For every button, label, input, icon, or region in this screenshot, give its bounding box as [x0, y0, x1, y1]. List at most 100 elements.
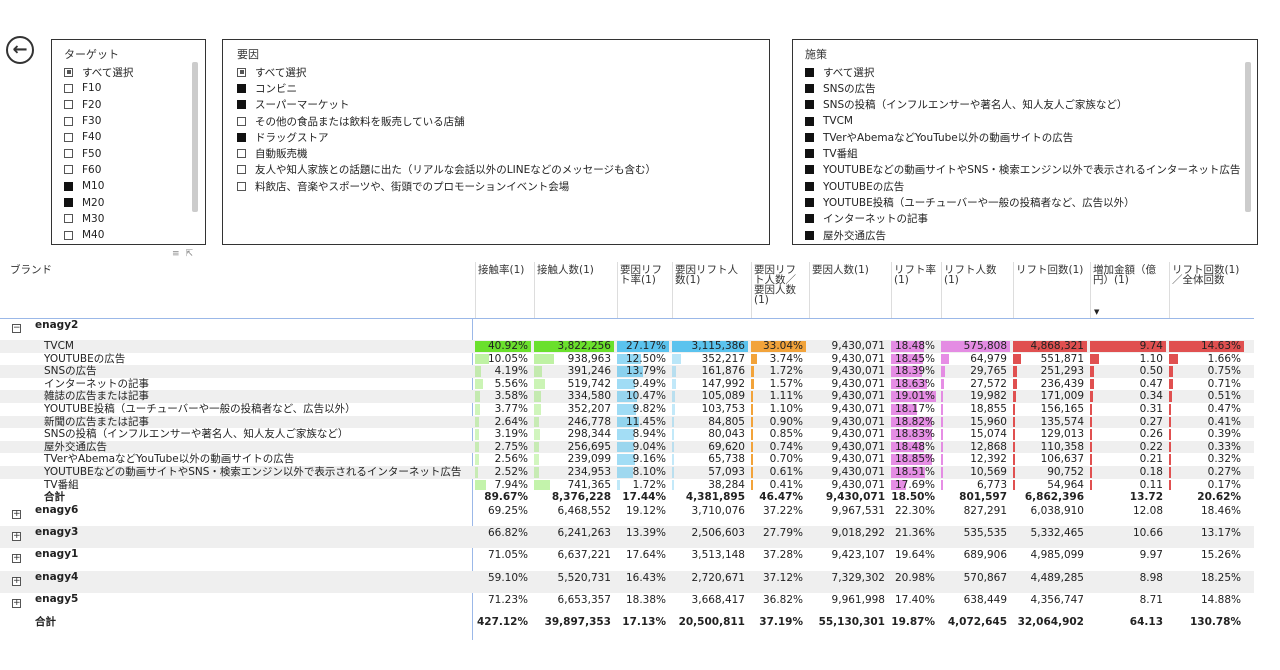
target-slicer-item[interactable]: F60: [64, 162, 191, 178]
measure-slicer-scrollbar[interactable]: [1245, 62, 1251, 212]
factor-slicer-item[interactable]: すべて選択: [237, 64, 755, 80]
target-slicer-item[interactable]: M10: [64, 178, 191, 194]
checkbox[interactable]: [64, 100, 73, 109]
checkbox[interactable]: [237, 165, 246, 174]
factor-slicer-item[interactable]: スーパーマーケット: [237, 97, 755, 113]
value-text: 0.11: [1140, 479, 1163, 491]
target-slicer-item[interactable]: F30: [64, 113, 191, 129]
factor-slicer-item[interactable]: 自動販売機: [237, 145, 755, 161]
target-slicer-item[interactable]: F50: [64, 145, 191, 161]
checkbox[interactable]: [805, 68, 814, 77]
target-slicer-item[interactable]: すべて選択: [64, 64, 191, 80]
measure-slicer-item[interactable]: TVCM: [805, 113, 1243, 129]
group-row[interactable]: +enagy669.25%6,468,55219.12%3,710,07637.…: [0, 504, 1254, 526]
table-row[interactable]: TV番組7.94%741,3651.72%38,2840.41%9,430,07…: [0, 479, 1254, 492]
checkbox[interactable]: [237, 68, 246, 77]
measure-slicer-item[interactable]: YOUTUBEの広告: [805, 178, 1243, 194]
measure-slicer-item[interactable]: TV番組: [805, 145, 1243, 161]
table-row[interactable]: 屋外交通広告2.75%256,6959.04%69,6200.74%9,430,…: [0, 441, 1254, 454]
checkbox[interactable]: [64, 231, 73, 240]
checkbox[interactable]: [237, 117, 246, 126]
checkbox[interactable]: [64, 214, 73, 223]
table-row[interactable]: SNSの広告4.19%391,24613.79%161,8761.72%9,43…: [0, 365, 1254, 378]
table-row[interactable]: 新聞の広告または記事2.64%246,77811.45%84,8050.90%9…: [0, 416, 1254, 429]
factor-slicer-item[interactable]: その他の食品または飲料を販売している店舗: [237, 113, 755, 129]
table-row[interactable]: YOUTUBEなどの動画サイトやSNS・検索エンジン以外で表示されるインターネッ…: [0, 466, 1254, 479]
collapse-icon[interactable]: −: [12, 324, 21, 333]
factor-slicer-item[interactable]: 料飲店、音楽やスポーツや、街頭でのプロモーションイベント会場: [237, 178, 755, 194]
group-row[interactable]: +enagy366.82%6,241,26313.39%2,506,60327.…: [0, 526, 1254, 548]
column-header[interactable]: 要因リフト人数(1): [675, 265, 747, 285]
table-row[interactable]: TVCM40.92%3,822,25627.17%3,115,38633.04%…: [0, 340, 1254, 353]
checkbox[interactable]: [64, 149, 73, 158]
measure-slicer-item[interactable]: YOUTUBE投稿（ユーチューバーや一般の投稿者など、広告以外）: [805, 194, 1243, 210]
column-header[interactable]: 接触人数(1): [537, 265, 613, 275]
checkbox[interactable]: [805, 214, 814, 223]
measure-slicer-item[interactable]: SNSの広告: [805, 80, 1243, 96]
checkbox[interactable]: [237, 100, 246, 109]
target-slicer-item[interactable]: M30: [64, 211, 191, 227]
checkbox[interactable]: [64, 165, 73, 174]
column-header[interactable]: 要因リフト率(1): [620, 265, 668, 285]
group-row[interactable]: +enagy571.23%6,653,35718.38%3,668,41736.…: [0, 593, 1254, 615]
checkbox[interactable]: [64, 117, 73, 126]
checkbox[interactable]: [237, 182, 246, 191]
column-header[interactable]: リフト率(1): [894, 265, 937, 285]
table-row[interactable]: 雑誌の広告または記事3.58%334,58010.47%105,0891.11%…: [0, 390, 1254, 403]
checkbox[interactable]: [237, 84, 246, 93]
checkbox[interactable]: [237, 133, 246, 142]
target-slicer-item[interactable]: F10: [64, 80, 191, 96]
checkbox[interactable]: [805, 149, 814, 158]
checkbox[interactable]: [237, 149, 246, 158]
value-cell: 6,468,552: [534, 505, 614, 518]
group-row[interactable]: +enagy171.05%6,637,22117.64%3,513,14837.…: [0, 548, 1254, 570]
factor-slicer-item[interactable]: ドラッグストア: [237, 129, 755, 145]
checkbox[interactable]: [805, 198, 814, 207]
target-slicer-item[interactable]: M20: [64, 194, 191, 210]
target-slicer-scrollbar[interactable]: [192, 62, 198, 212]
checkbox[interactable]: [805, 231, 814, 240]
factor-slicer-item[interactable]: コンビニ: [237, 80, 755, 96]
checkbox[interactable]: [805, 117, 814, 126]
column-header[interactable]: 増加金額（億円）(1): [1093, 265, 1165, 285]
checkbox[interactable]: [805, 182, 814, 191]
target-slicer-item[interactable]: M40: [64, 227, 191, 243]
table-row[interactable]: YOUTUBEの広告10.05%938,96312.50%352,2173.74…: [0, 353, 1254, 366]
table-row[interactable]: インターネットの記事5.56%519,7429.49%147,9921.57%9…: [0, 378, 1254, 391]
column-header[interactable]: リフト回数(1)／全体回数: [1172, 265, 1243, 285]
target-slicer-item[interactable]: F20: [64, 97, 191, 113]
table-row[interactable]: YOUTUBE投稿（ユーチューバーや一般の投稿者など、広告以外）3.77%352…: [0, 403, 1254, 416]
column-header[interactable]: リフト人数(1): [944, 265, 1009, 285]
column-header[interactable]: 要因人数(1): [812, 265, 887, 275]
measure-slicer-item[interactable]: インターネットの記事: [805, 211, 1243, 227]
table-row[interactable]: TVerやAbemaなどYouTube以外の動画サイトの広告2.56%239,0…: [0, 453, 1254, 466]
target-slicer-item[interactable]: F40: [64, 129, 191, 145]
checkbox[interactable]: [805, 100, 814, 109]
brand-column-header[interactable]: ブランド: [10, 265, 52, 275]
checkbox[interactable]: [64, 198, 73, 207]
data-bar: [475, 429, 479, 440]
checkbox[interactable]: [64, 133, 73, 142]
measure-slicer-item[interactable]: SNSの投稿（インフルエンサーや著名人、知人友人ご家族など）: [805, 97, 1243, 113]
measure-slicer-item[interactable]: YOUTUBEなどの動画サイトやSNS・検索エンジン以外で表示されるインターネッ…: [805, 162, 1243, 178]
value-text: 71.05%: [488, 549, 528, 561]
back-arrow-icon[interactable]: ←: [6, 36, 34, 64]
group-row[interactable]: +enagy459.10%5,520,73116.43%2,720,67137.…: [0, 571, 1254, 593]
value-cell: 12,868: [941, 441, 1010, 454]
slicer-filter-icons[interactable]: ≡⇱: [172, 249, 199, 259]
table-row[interactable]: SNSの投稿（インフルエンサーや著名人、知人友人ご家族など）3.19%298,3…: [0, 428, 1254, 441]
checkbox[interactable]: [64, 84, 73, 93]
column-header[interactable]: 要因リフト人数／要因人数(1): [754, 265, 805, 305]
checkbox[interactable]: [805, 165, 814, 174]
column-header[interactable]: リフト回数(1): [1016, 265, 1086, 275]
measure-slicer-item[interactable]: 屋外交通広告: [805, 227, 1243, 243]
checkbox[interactable]: [805, 133, 814, 142]
sort-descending-icon[interactable]: ▼: [1094, 308, 1099, 316]
measure-slicer-item[interactable]: すべて選択: [805, 64, 1243, 80]
factor-slicer-item[interactable]: 友人や知人家族との話題に出た（リアルな会話以外のLINEなどのメッセージも含む）: [237, 162, 755, 178]
measure-slicer-item[interactable]: TVerやAbemaなどYouTube以外の動画サイトの広告: [805, 129, 1243, 145]
column-header[interactable]: 接触率(1): [478, 265, 530, 275]
checkbox[interactable]: [64, 68, 73, 77]
checkbox[interactable]: [805, 84, 814, 93]
checkbox[interactable]: [64, 182, 73, 191]
